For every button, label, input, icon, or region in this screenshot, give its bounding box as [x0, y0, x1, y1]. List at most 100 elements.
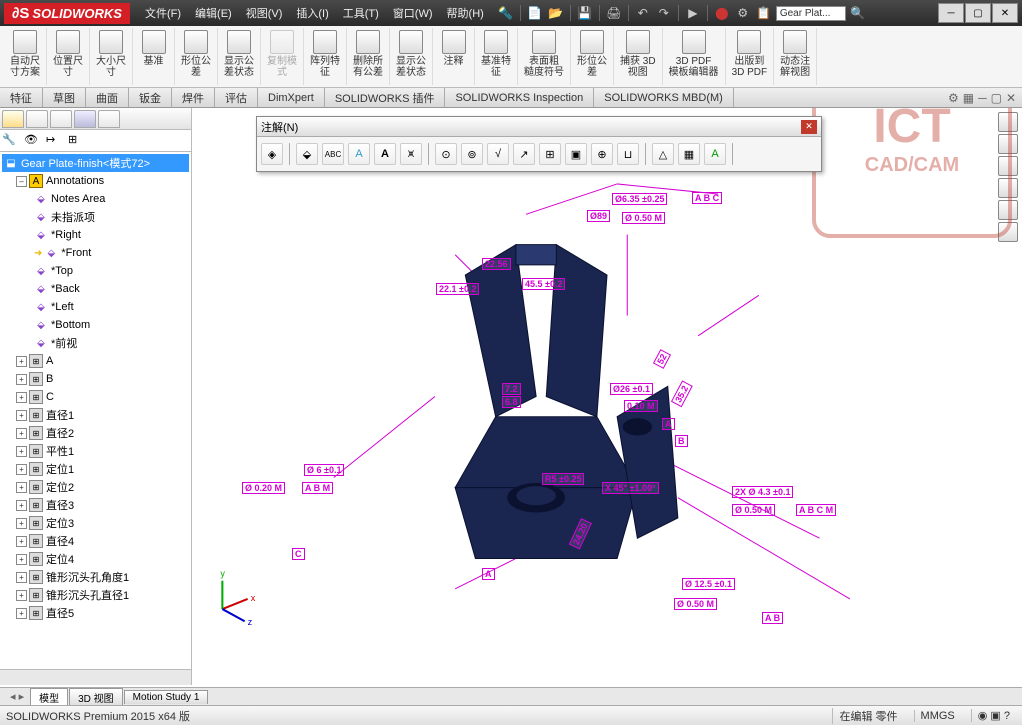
tree-item[interactable]: ⬙未指派项 [2, 208, 189, 226]
resources-icon[interactable] [998, 112, 1018, 132]
menu-help[interactable]: 帮助(H) [440, 1, 491, 25]
tree-item[interactable]: ⬙Notes Area [2, 190, 189, 208]
ribbon-button-3[interactable]: 基准 [133, 28, 175, 85]
ribbon-button-8[interactable]: 删除所有公差 [347, 28, 390, 85]
tree-item[interactable]: +⊞定位2 [2, 478, 189, 496]
tab-草图[interactable]: 草图 [43, 88, 86, 107]
dim[interactable]: X 45° ±1.00° [602, 482, 659, 494]
dim-datum[interactable]: B [675, 435, 688, 447]
design-library-icon[interactable] [998, 134, 1018, 154]
doc-close-icon[interactable]: ✕ [1006, 91, 1016, 105]
ribbon-button-12[interactable]: 表面粗糙度符号 [518, 28, 571, 85]
tree-item[interactable]: ⬙*Back [2, 280, 189, 298]
tab-特征[interactable]: 特征 [0, 88, 43, 107]
filter-icon[interactable]: 🔧 [2, 133, 20, 149]
ribbon-button-10[interactable]: 注释 [433, 28, 475, 85]
hole-callout-tool[interactable]: ⊔ [617, 143, 639, 165]
tab-SOLIDWORKS MBD(M)[interactable]: SOLIDWORKS MBD(M) [594, 88, 734, 107]
tree-item[interactable]: +⊞定位3 [2, 514, 189, 532]
dim[interactable]: 0.10 M [624, 400, 658, 412]
tab-钣金[interactable]: 钣金 [129, 88, 172, 107]
model-tab[interactable]: 模型 [30, 688, 68, 706]
tab-nav-icons[interactable]: ◂ ▸ [10, 690, 24, 703]
viewport-3d[interactable]: ICT CAD/CAM 注解(N) ✕ ◈ ⬙ ABC A A ⩙ ⊙ ⊚ √ … [192, 108, 1022, 685]
dim[interactable]: 22.56 [482, 258, 511, 270]
weld-tool[interactable]: ↗ [513, 143, 535, 165]
file-explorer-icon[interactable] [998, 156, 1018, 176]
tab-SOLIDWORKS Inspection[interactable]: SOLIDWORKS Inspection [445, 88, 594, 107]
dim-datum[interactable]: A [662, 418, 675, 430]
tree-item[interactable]: +⊞定位4 [2, 550, 189, 568]
balloon-tool[interactable]: ⊙ [435, 143, 457, 165]
ribbon-button-15[interactable]: 3D PDF模板编辑器 [663, 28, 726, 85]
undo-icon[interactable]: ↶ [634, 4, 652, 22]
tree-item[interactable]: ⬙*前视 [2, 334, 189, 352]
linear-tool[interactable]: ⩙ [400, 143, 422, 165]
dim[interactable]: 45.5 ±0.2 [522, 278, 565, 290]
tree-item[interactable]: +⊞B [2, 370, 189, 388]
search-help-icon[interactable]: 🔍 [849, 4, 867, 22]
tree-item[interactable]: +⊞直径3 [2, 496, 189, 514]
dim[interactable]: Ø 0.20 M [242, 482, 285, 494]
dim-datum[interactable]: C [292, 548, 305, 560]
feature-tree[interactable]: ⬓Gear Plate-finish<模式72>–AAnnotations⬙No… [0, 152, 191, 669]
tree-item[interactable]: +⊞直径5 [2, 604, 189, 622]
block-tool[interactable]: A [704, 143, 726, 165]
property-tab[interactable] [26, 110, 48, 128]
tree-item[interactable]: ⬓Gear Plate-finish<模式72> [2, 154, 189, 172]
ribbon-button-7[interactable]: 阵列特征 [304, 28, 347, 85]
tab-焊件[interactable]: 焊件 [172, 88, 215, 107]
dim-datum[interactable]: A B C M [796, 504, 836, 516]
dimxpert-tab[interactable] [74, 110, 96, 128]
menu-tools[interactable]: 工具(T) [336, 1, 386, 25]
gtol-tool[interactable]: ⊞ [539, 143, 561, 165]
dim[interactable]: 7.2 [502, 383, 521, 395]
search-icon[interactable]: 🔦 [497, 4, 515, 22]
tree-item[interactable]: +⊞直径2 [2, 424, 189, 442]
tree-item[interactable]: ⬙*Right [2, 226, 189, 244]
ribbon-button-11[interactable]: 基准特征 [475, 28, 518, 85]
ribbon-button-13[interactable]: 形位公差 [571, 28, 614, 85]
maximize-button[interactable]: ▢ [965, 3, 991, 23]
tab-DimXpert[interactable]: DimXpert [258, 88, 325, 107]
appearances-icon[interactable] [998, 200, 1018, 220]
options-icon[interactable]: ⚙ [734, 4, 752, 22]
stacked-tool[interactable]: ⊚ [461, 143, 483, 165]
redo-icon[interactable]: ↷ [655, 4, 673, 22]
menu-view[interactable]: 视图(V) [239, 1, 290, 25]
tree-hscroll[interactable] [0, 669, 191, 685]
display-tab[interactable] [98, 110, 120, 128]
arrow-icon[interactable]: ↦ [46, 133, 64, 149]
dim-datum[interactable]: A B M [302, 482, 333, 494]
tree-item[interactable]: +⊞定位1 [2, 460, 189, 478]
ribbon-button-9[interactable]: 显示公差状态 [390, 28, 433, 85]
print-icon[interactable]: 🖨 [605, 4, 623, 22]
document-selector[interactable]: Gear Plat... [776, 6, 846, 21]
tree-item[interactable]: +⊞直径1 [2, 406, 189, 424]
datum-target-tool[interactable]: ⊕ [591, 143, 613, 165]
status-icons[interactable]: ◉ ▣ ? [971, 709, 1016, 722]
dim-datum[interactable]: A B C [692, 192, 722, 204]
smart-dim-tool[interactable]: ◈ [261, 143, 283, 165]
dim[interactable]: Ø 12.5 ±0.1 [682, 578, 735, 590]
open-icon[interactable]: 📂 [547, 4, 565, 22]
ribbon-button-6[interactable]: 复制模式 [261, 28, 304, 85]
datum-tool[interactable]: ▣ [565, 143, 587, 165]
custom-props-icon[interactable] [998, 222, 1018, 242]
dim[interactable]: Ø 0.50 M [732, 504, 775, 516]
dim[interactable]: Ø 0.50 M [622, 212, 665, 224]
cosmetic-thread-tool[interactable]: △ [652, 143, 674, 165]
minimize-button[interactable]: ─ [938, 3, 964, 23]
doc-maximize-icon[interactable]: ▢ [991, 91, 1002, 105]
dim[interactable]: 22.1 ±0.2 [436, 283, 479, 295]
view3d-tab[interactable]: 3D 视图 [69, 688, 123, 706]
dim-datum[interactable]: A B [762, 612, 783, 624]
tree-item[interactable]: +⊞锥形沉头孔角度1 [2, 568, 189, 586]
tab-SOLIDWORKS 插件[interactable]: SOLIDWORKS 插件 [325, 88, 446, 107]
dim[interactable]: Ø 0.50 M [674, 598, 717, 610]
view-palette-icon[interactable] [998, 178, 1018, 198]
spellcheck-tool[interactable]: ABC [322, 143, 344, 165]
layers-icon[interactable]: 📋 [755, 4, 773, 22]
tree-item[interactable]: ⬙*Left [2, 298, 189, 316]
dim[interactable]: Ø89 [587, 210, 610, 222]
